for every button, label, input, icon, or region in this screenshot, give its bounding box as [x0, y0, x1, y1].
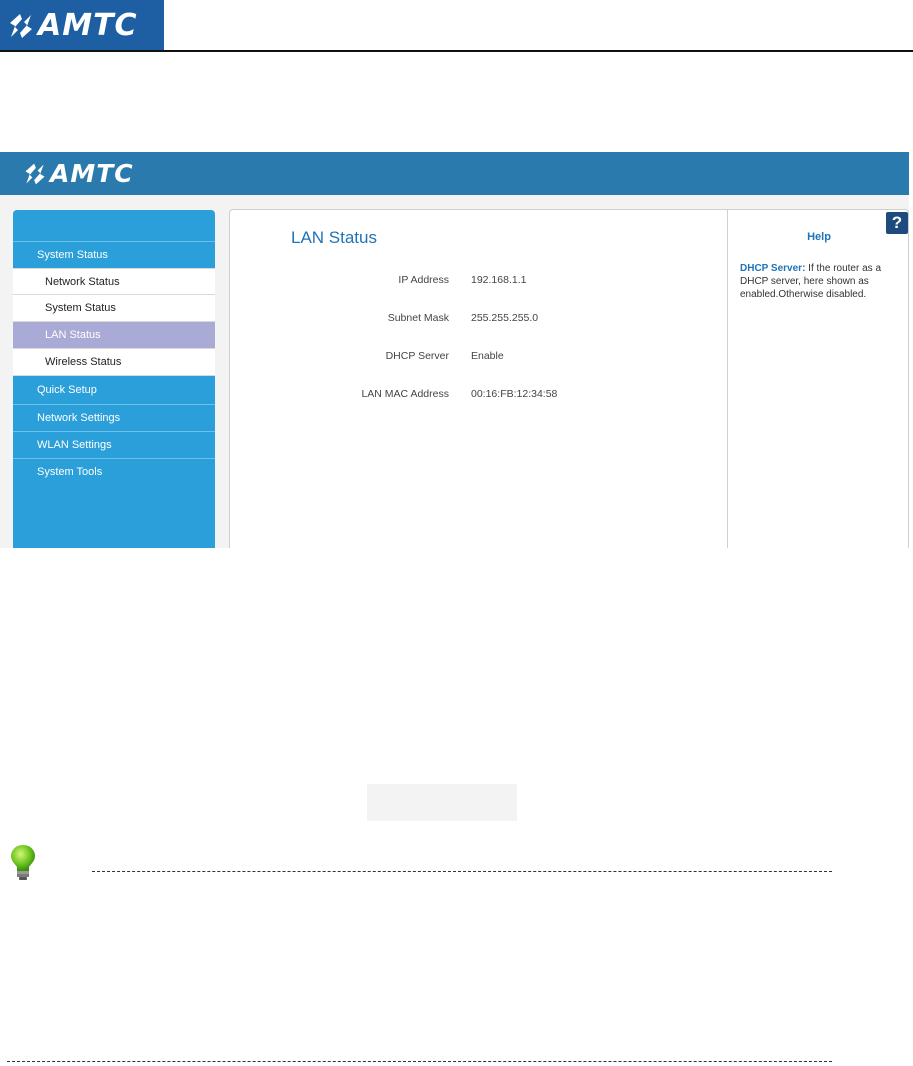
sidebar-item-system-status[interactable]: System Status — [13, 241, 215, 267]
sidebar-subitem-lan-status[interactable]: LAN Status — [13, 322, 215, 349]
help-text: DHCP Server: If the router as a DHCP ser… — [740, 262, 904, 301]
ip-address-value: 192.168.1.1 — [471, 274, 527, 286]
router-ui-screenshot: AMTC System Status Network Status System… — [0, 152, 909, 548]
amtc-logo-mark-icon — [25, 163, 45, 184]
page-title: LAN Status — [291, 228, 377, 247]
sidebar-item-network-settings[interactable]: Network Settings — [13, 404, 215, 430]
lan-mac-address-label: LAN MAC Address — [361, 388, 449, 400]
dhcp-server-value: Enable — [471, 350, 504, 362]
sidebar-item-label: Network Settings — [37, 412, 121, 424]
content-panel: LAN Status IP Address 192.168.1.1 Subnet… — [229, 209, 909, 548]
placeholder-box — [367, 784, 517, 821]
sidebar-subitem-network-status[interactable]: Network Status — [13, 268, 215, 295]
sidebar-menu: System Status Network Status System Stat… — [13, 210, 215, 548]
help-panel: Help DHCP Server: If the router as a DHC… — [727, 210, 909, 548]
amtc-logo: AMTC — [0, 0, 164, 51]
ui-top-bar: AMTC — [0, 152, 909, 195]
sidebar-subitem-label: Network Status — [45, 276, 120, 288]
document-header: AMTC — [0, 0, 913, 52]
subnet-mask-value: 255.255.255.0 — [471, 312, 539, 324]
help-icon[interactable]: ? — [886, 212, 908, 234]
amtc-logo-mark-icon — [10, 13, 32, 38]
sidebar-item-label: System Tools — [37, 466, 103, 478]
sidebar-item-quick-setup[interactable]: Quick Setup — [13, 377, 215, 403]
sidebar-item-label: Quick Setup — [37, 384, 97, 396]
dhcp-server-label: DHCP Server — [385, 350, 449, 362]
sidebar-item-label: System Status — [37, 249, 108, 261]
header-rule — [0, 50, 913, 52]
ip-address-label: IP Address — [398, 274, 449, 286]
sidebar-item-label: WLAN Settings — [37, 439, 112, 451]
sidebar-item-wlan-settings[interactable]: WLAN Settings — [13, 431, 215, 457]
sidebar-subitem-wireless-status[interactable]: Wireless Status — [13, 349, 215, 376]
sidebar-subitem-label: LAN Status — [45, 329, 101, 341]
help-title: Help — [807, 231, 831, 243]
subnet-mask-label: Subnet Mask — [387, 312, 449, 324]
sidebar-item-system-tools[interactable]: System Tools — [13, 458, 215, 484]
ui-logo-text: AMTC — [50, 159, 134, 188]
note-bottom-divider — [7, 1061, 832, 1062]
lan-mac-address-value: 00:16:FB:12:34:58 — [471, 388, 558, 400]
sidebar-subitem-label: Wireless Status — [45, 356, 122, 368]
lightbulb-icon — [11, 845, 35, 880]
logo-text: AMTC — [38, 8, 138, 43]
sidebar-subitem-system-status[interactable]: System Status — [13, 295, 215, 322]
sidebar-subitem-label: System Status — [45, 302, 116, 314]
note-top-divider — [92, 871, 832, 872]
help-key: DHCP Server: — [740, 263, 806, 274]
